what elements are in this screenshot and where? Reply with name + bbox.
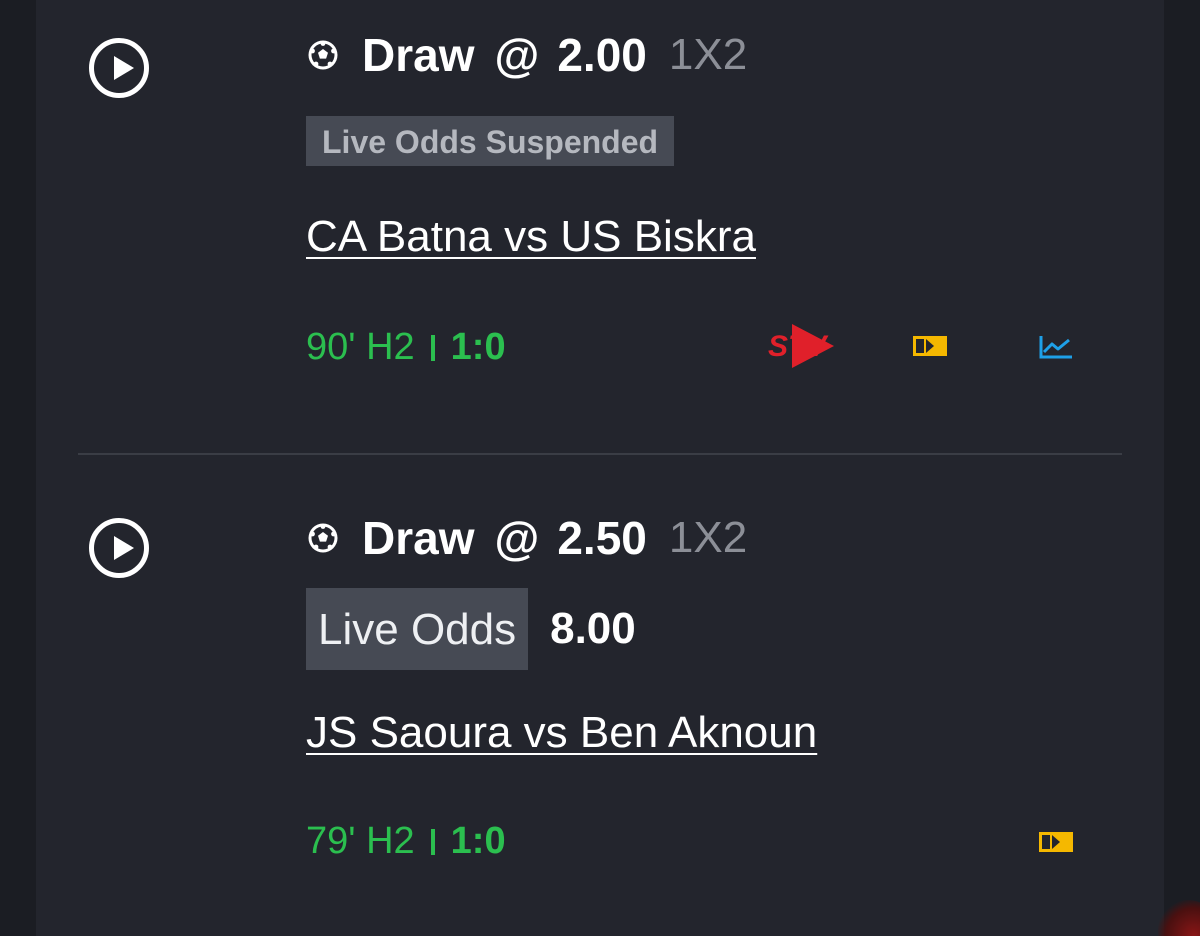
bet-pick: Draw [362,29,475,81]
match-score: 1:0 [450,820,506,862]
match-status: 79' H2 1:0 [306,820,506,863]
at-symbol: @ [494,512,540,564]
bet-history-page: Draw @ 2.00 1X2 Live Odds Suspended CA B… [0,0,1200,936]
scoreboard-icon[interactable] [1038,830,1074,854]
status-separator [430,335,435,361]
stv-logo-text: STV [768,330,829,363]
match-link[interactable]: JS Saoura vs Ben Aknoun [306,708,817,758]
bet-odds: 2.00 [557,29,647,81]
soccer-ball-icon [308,523,338,553]
at-symbol: @ [494,29,540,81]
bet-list-panel: Draw @ 2.00 1X2 Live Odds Suspended CA B… [36,0,1164,936]
match-score: 1:0 [450,326,506,368]
live-odds-row: Live Odds 8.00 [306,588,636,670]
status-separator [430,829,435,855]
match-time: 79' H2 [306,820,415,862]
bet-divider [78,453,1122,455]
bet-selection-headline: Draw @ 2.00 1X2 [306,27,747,83]
scoreboard-icon[interactable] [912,334,948,358]
bet-odds: 2.50 [557,512,647,564]
live-odds-label: Live Odds [306,588,529,670]
play-icon[interactable] [89,518,149,578]
bet-market: 1X2 [668,513,748,562]
corner-overlay-fragment [1158,900,1200,936]
match-status: 90' H2 1:0 [306,326,506,369]
play-icon[interactable] [89,38,149,98]
live-odds-suspended-badge: Live Odds Suspended [306,116,675,166]
bet-selection-headline: Draw @ 2.50 1X2 [306,510,747,566]
live-odds-value: 8.00 [550,604,636,653]
bet-card: Draw @ 2.00 1X2 Live Odds Suspended CA B… [36,0,1164,455]
soccer-ball-icon [308,40,338,70]
stats-icon[interactable] [1038,334,1074,360]
play-triangle [114,56,134,80]
match-link[interactable]: CA Batna vs US Biskra [306,212,756,262]
bet-market: 1X2 [668,30,748,79]
play-triangle [114,536,134,560]
stv-icon[interactable]: STV [766,318,836,374]
bet-pick: Draw [362,512,475,564]
match-time: 90' H2 [306,326,415,368]
bet-card: Draw @ 2.50 1X2 Live Odds 8.00 JS Saoura… [36,456,1164,936]
